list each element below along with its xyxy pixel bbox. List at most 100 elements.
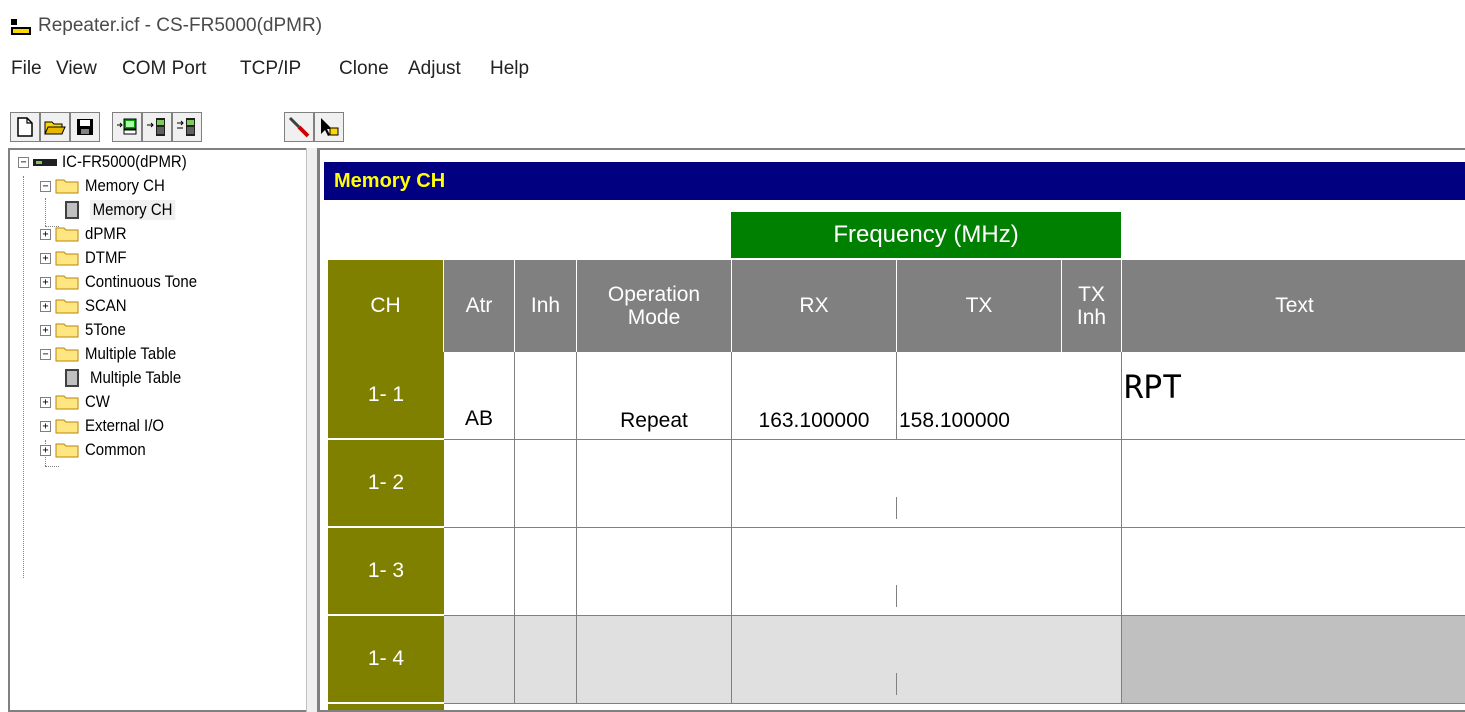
tree-item-cw[interactable]: + CW	[18, 390, 113, 414]
cell-frequency[interactable]	[732, 616, 1122, 704]
column-header-tx-inh[interactable]: TX Inh	[1062, 260, 1122, 352]
folder-icon	[55, 227, 79, 242]
row-ch-label[interactable]	[328, 704, 444, 710]
menu-com-port[interactable]: COM Port	[122, 58, 206, 80]
tree-item-label: Common	[85, 440, 146, 459]
column-header-ch[interactable]: CH	[328, 260, 444, 352]
tree-leaf-label: Multiple Table	[90, 368, 182, 387]
collapse-icon[interactable]: −	[18, 156, 29, 168]
expand-icon[interactable]: +	[40, 420, 51, 432]
cell-text[interactable]	[1122, 440, 1465, 528]
clone-radio-icon[interactable]	[172, 112, 202, 142]
tree-root[interactable]: − IC-FR5000(dPMR)	[18, 150, 204, 174]
folder-icon	[55, 179, 79, 194]
menu-help[interactable]: Help	[490, 58, 529, 80]
cell-rx[interactable]: 163.100000	[732, 352, 897, 440]
table-row-partial	[444, 704, 1465, 710]
expand-icon[interactable]: +	[40, 276, 51, 288]
cell-atr[interactable]	[444, 616, 515, 704]
expand-icon[interactable]: +	[40, 228, 51, 240]
cell-inh[interactable]	[515, 616, 577, 704]
save-icon[interactable]	[70, 112, 100, 142]
cell-frequency[interactable]	[732, 440, 1122, 528]
frequency-group-header: Frequency (MHz)	[731, 212, 1121, 258]
operation-label-line1: Operation	[607, 282, 701, 306]
memory-page-icon	[65, 201, 79, 219]
folder-icon	[55, 419, 79, 434]
tree-view: − IC-FR5000(dPMR) − Memory CH Memory CH …	[8, 148, 306, 712]
new-file-icon[interactable]	[10, 112, 40, 142]
adjust-tool-icon[interactable]	[284, 112, 314, 142]
row-ch-label[interactable]: 1- 4	[328, 616, 444, 704]
folder-icon	[55, 251, 79, 266]
column-header-inh[interactable]: Inh	[515, 260, 577, 352]
read-from-radio-icon[interactable]	[112, 112, 142, 142]
tree-item-common[interactable]: + Common	[18, 438, 154, 462]
cell-operation-mode[interactable]	[577, 528, 732, 616]
collapse-icon[interactable]: −	[40, 348, 51, 360]
tree-item-label: SCAN	[85, 296, 127, 315]
row-ch-label[interactable]: 1- 3	[328, 528, 444, 616]
expand-icon[interactable]: +	[40, 252, 51, 264]
memory-page-icon	[65, 369, 79, 387]
menu-clone[interactable]: Clone	[339, 58, 389, 80]
row-ch-label[interactable]: 1- 1	[328, 352, 444, 440]
cell-inh[interactable]	[515, 440, 577, 528]
txinh-label-line2: Inh	[1076, 306, 1107, 329]
cell-atr[interactable]	[444, 440, 515, 528]
tree-item-dtmf[interactable]: + DTMF	[18, 246, 132, 270]
radio-device-icon	[33, 159, 57, 166]
app-icon	[10, 18, 32, 36]
menu-file[interactable]: File	[11, 58, 42, 80]
menu-view[interactable]: View	[56, 58, 97, 80]
column-header-rx[interactable]: RX	[732, 260, 897, 352]
cell-atr[interactable]	[444, 528, 515, 616]
column-header-operation-mode[interactable]: Operation Mode	[577, 260, 732, 352]
column-header-tx[interactable]: TX	[897, 260, 1062, 352]
collapse-icon[interactable]: −	[40, 180, 51, 192]
cell-text[interactable]	[1122, 616, 1465, 704]
menu-adjust[interactable]: Adjust	[408, 58, 461, 80]
menu-tcp-ip[interactable]: TCP/IP	[240, 58, 301, 80]
cell-text[interactable]	[1122, 528, 1465, 616]
column-header-atr[interactable]: Atr	[444, 260, 515, 352]
tree-item-scan[interactable]: + SCAN	[18, 294, 132, 318]
operation-label-line2: Mode	[627, 306, 681, 329]
cell-operation-mode[interactable]: Repeat	[577, 352, 732, 440]
tree-item-dpmr[interactable]: + dPMR	[18, 222, 132, 246]
tree-item-memory-ch[interactable]: − Memory CH	[40, 174, 176, 198]
expand-icon[interactable]: +	[40, 444, 51, 456]
splitter[interactable]	[306, 148, 318, 712]
folder-icon	[55, 299, 79, 314]
cell-frequency[interactable]	[732, 528, 1122, 616]
tree-leaf-memory-ch[interactable]: Memory CH	[62, 198, 187, 222]
tree-item-5tone[interactable]: + 5Tone	[18, 318, 131, 342]
cell-tx[interactable]: 158.100000	[897, 352, 1122, 440]
expand-icon[interactable]: +	[40, 300, 51, 312]
tree-item-external-io[interactable]: + External I/O	[18, 414, 175, 438]
tree-leaf-label: Memory CH	[90, 200, 176, 220]
tree-item-label: Multiple Table	[85, 344, 177, 363]
folder-icon	[55, 395, 79, 410]
cell-inh[interactable]	[515, 528, 577, 616]
cell-text[interactable]: RPT	[1122, 352, 1465, 440]
cell-inh[interactable]	[515, 352, 577, 440]
cell-atr[interactable]: AB	[444, 352, 515, 440]
open-folder-icon[interactable]	[40, 112, 70, 142]
tree-item-label: 5Tone	[85, 320, 126, 339]
row-ch-label[interactable]: 1- 2	[328, 440, 444, 528]
help-pointer-icon[interactable]	[314, 112, 344, 142]
expand-icon[interactable]: +	[40, 396, 51, 408]
cell-operation-mode[interactable]	[577, 616, 732, 704]
tree-leaf-multiple-table[interactable]: Multiple Table	[62, 366, 194, 390]
expand-icon[interactable]: +	[40, 324, 51, 336]
title-bar: Repeater.icf - CS-FR5000(dPMR)	[0, 0, 1465, 50]
column-header-text[interactable]: Text	[1122, 260, 1465, 352]
txinh-label-line1: TX	[1078, 282, 1105, 306]
tree-item-label: Continuous Tone	[85, 272, 198, 291]
tree-item-continuous-tone[interactable]: + Continuous Tone	[18, 270, 212, 294]
tree-item-label: dPMR	[85, 224, 127, 243]
tree-item-multiple-table[interactable]: − Multiple Table	[18, 342, 189, 366]
cell-operation-mode[interactable]	[577, 440, 732, 528]
write-to-radio-icon[interactable]	[142, 112, 172, 142]
